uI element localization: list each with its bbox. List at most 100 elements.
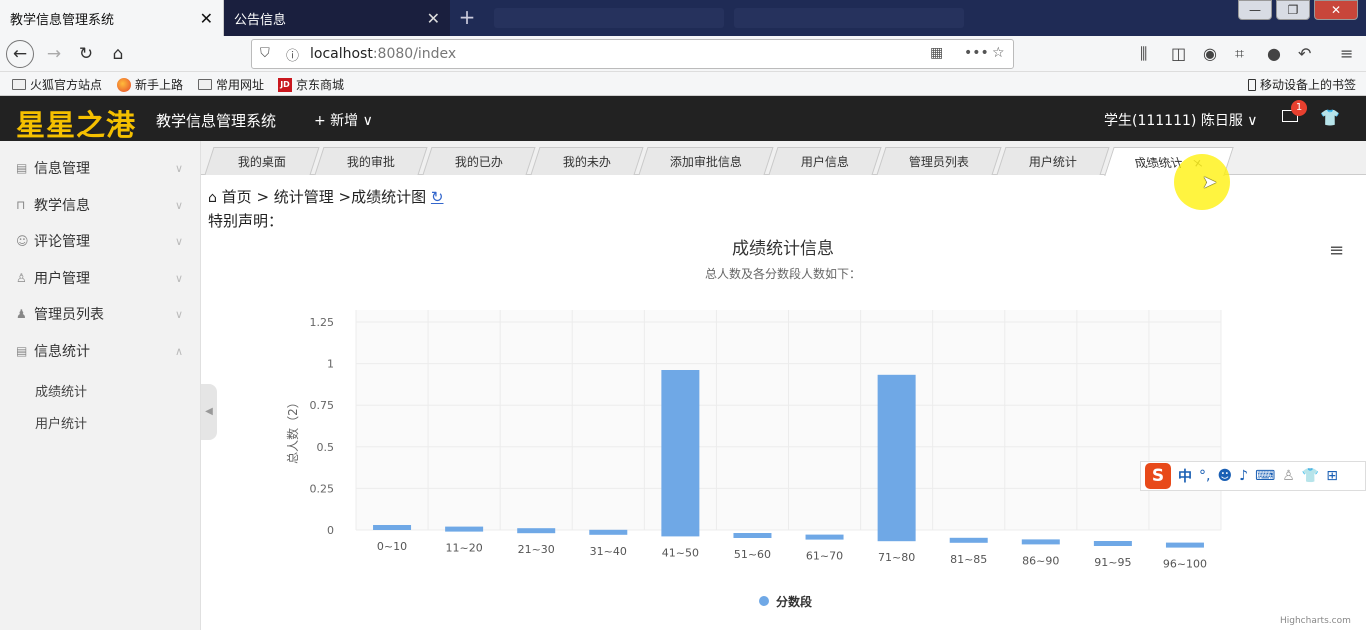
microphone-icon[interactable]: ♪ xyxy=(1239,468,1248,484)
bar-71~80[interactable] xyxy=(877,374,916,542)
reload-icon[interactable]: ↻ xyxy=(72,40,100,68)
undo-icon[interactable]: ↶ xyxy=(1298,44,1311,63)
chevron-down-icon: ∨ xyxy=(174,161,183,175)
maximize-button[interactable]: ❐ xyxy=(1276,0,1310,20)
chat-icon[interactable]: ● xyxy=(1267,44,1281,63)
ime-language-toggle[interactable]: 中 xyxy=(1178,466,1192,486)
back-arrow-icon[interactable]: ← xyxy=(6,40,34,68)
emoji-icon[interactable]: ☻ xyxy=(1217,468,1232,484)
browser-tab-label: 教学信息管理系统 xyxy=(10,12,115,28)
sidebar: ▤ 信息管理 ∨ ⊓ 教学信息 ∨ ☺ 评论管理 ∨ ♙ 用户管理 ∨ ♟ 管理员列表 ∨ ▤ 信息统… xyxy=(0,141,201,630)
tab-my-desktop[interactable]: 我的桌面 xyxy=(204,147,320,175)
bookmark-getting-started[interactable]: 新手上路 xyxy=(117,76,183,93)
y-axis-label: 总人数（2） xyxy=(285,396,300,464)
bar-11~20[interactable] xyxy=(445,526,484,532)
sidebar-item-info-management[interactable]: ▤ 信息管理 ∨ xyxy=(0,150,201,186)
refresh-icon[interactable]: ↻ xyxy=(431,188,444,206)
score-statistics-chart: 成绩统计信息 总人数及各分数段人数如下： 总人数（2） 0~10 11~20 21~… xyxy=(285,239,1222,609)
comment-icon: ☺ xyxy=(16,234,29,248)
add-new-dropdown[interactable]: + 新增 ∨ xyxy=(314,110,373,130)
url-text[interactable]: localhost:8080/index xyxy=(310,46,456,62)
address-bar[interactable]: ⛉ ⓘ localhost:8080/index ▦ ••• ☆ xyxy=(251,39,1014,69)
chevron-down-icon: ∨ xyxy=(174,198,183,212)
tab-user-info[interactable]: 用户信息 xyxy=(768,147,882,175)
home-icon[interactable]: ⌂ xyxy=(104,40,132,68)
x-tick-label: 61~70 xyxy=(806,550,843,563)
account-icon[interactable]: ◉ xyxy=(1203,44,1217,63)
qr-code-icon[interactable]: ▦ xyxy=(930,45,943,61)
browser-tab-announcement[interactable]: 公告信息 ✕ xyxy=(224,0,450,36)
tab-user-stats[interactable]: 用户统计 xyxy=(996,147,1110,175)
jd-icon: JD xyxy=(278,77,292,92)
legend-label[interactable]: 分数段 xyxy=(776,594,813,609)
bar-31~40[interactable] xyxy=(589,529,628,535)
grid-menu-icon[interactable]: ⊞ xyxy=(1326,468,1338,484)
tab-admin-list[interactable]: 管理员列表 xyxy=(876,147,1002,175)
sidebar-toggle-icon[interactable]: ◫ xyxy=(1171,44,1186,63)
user-menu[interactable]: 学生(111111) 陈日服 ∨ xyxy=(1104,110,1258,130)
tab-my-approvals[interactable]: 我的审批 xyxy=(314,147,428,175)
bookmark-firefox-site[interactable]: 火狐官方站点 xyxy=(12,76,102,93)
sidebar-subitem-score-stats[interactable]: 成绩统计 xyxy=(35,381,87,400)
x-tick-label: 91~95 xyxy=(1094,556,1131,569)
bookmark-mobile[interactable]: 移动设备上的书签 xyxy=(1248,76,1356,93)
tab-add-approval[interactable]: 添加审批信息 xyxy=(638,147,774,175)
sidebar-item-user-management[interactable]: ♙ 用户管理 ∨ xyxy=(0,260,201,296)
close-window-button[interactable]: ✕ xyxy=(1314,0,1358,20)
sidebar-item-admin-list[interactable]: ♟ 管理员列表 ∨ xyxy=(0,296,201,332)
x-tick-label: 41~50 xyxy=(662,546,699,559)
forward-arrow-icon[interactable]: → xyxy=(40,40,68,68)
skin-icon[interactable]: 👕 xyxy=(1302,468,1319,484)
shield-icon: ⛉ xyxy=(260,46,270,61)
chart-title: 成绩统计信息 xyxy=(732,239,834,259)
sidebar-item-teaching-info[interactable]: ⊓ 教学信息 ∨ xyxy=(0,187,201,223)
y-tick-label: 0.25 xyxy=(310,482,335,495)
keyboard-icon[interactable]: ⌨ xyxy=(1255,468,1275,484)
tab-my-done[interactable]: 我的已办 xyxy=(422,147,536,175)
sidebar-subitem-user-stats[interactable]: 用户统计 xyxy=(35,413,87,432)
ime-punctuation-toggle[interactable]: °, xyxy=(1199,468,1210,484)
x-tick-label: 21~30 xyxy=(518,543,555,556)
bar-86~90[interactable] xyxy=(1021,539,1060,545)
x-tick-label: 71~80 xyxy=(878,551,915,564)
sogou-logo-icon[interactable]: S xyxy=(1145,463,1171,489)
bar-41~50[interactable] xyxy=(661,370,700,537)
minimize-button[interactable]: — xyxy=(1238,0,1272,20)
legend-marker[interactable] xyxy=(759,596,769,606)
chevron-down-icon: ∨ xyxy=(174,234,183,248)
bar-61~70[interactable] xyxy=(805,534,844,540)
new-tab-button[interactable]: + xyxy=(456,6,478,28)
library-icon[interactable]: ⫼ xyxy=(1140,44,1147,64)
bookmark-common-sites[interactable]: 常用网址 xyxy=(198,76,264,93)
sidebar-item-comment-management[interactable]: ☺ 评论管理 ∨ xyxy=(0,223,201,259)
more-actions-icon[interactable]: ••• xyxy=(964,45,989,61)
x-tick-label: 31~40 xyxy=(590,545,627,558)
info-icon[interactable]: ⓘ xyxy=(286,45,299,64)
bar-0~10[interactable] xyxy=(373,525,412,530)
chart-credit[interactable]: Highcharts.com xyxy=(1280,616,1351,626)
tab-my-pending[interactable]: 我的未办 xyxy=(530,147,644,175)
bar-21~30[interactable] xyxy=(517,528,556,534)
chart-export-menu-icon[interactable]: ≡ xyxy=(1329,242,1347,260)
bar-91~95[interactable] xyxy=(1093,541,1132,546)
skin-theme-icon[interactable]: 👕 xyxy=(1320,108,1340,127)
bookmark-jd[interactable]: JD 京东商城 xyxy=(278,76,344,93)
bar-96~100[interactable] xyxy=(1165,542,1204,548)
ime-toolbar: S 中 °, ☻ ♪ ⌨ ♙ 👕 ⊞ xyxy=(1140,461,1366,491)
window-controls: — ❐ ✕ xyxy=(1234,0,1358,20)
breadcrumb-home[interactable]: 首页 xyxy=(222,188,252,206)
home-icon: ⌂ xyxy=(208,190,217,206)
hamburger-menu-icon[interactable]: ≡ xyxy=(1340,44,1353,63)
user-icon[interactable]: ♙ xyxy=(1282,468,1295,484)
star-icon[interactable]: ☆ xyxy=(992,45,1005,61)
bar-51~60[interactable] xyxy=(733,533,772,538)
sidebar-item-info-statistics[interactable]: ▤ 信息统计 ∧ xyxy=(0,333,201,369)
close-tab-icon[interactable]: ✕ xyxy=(427,9,440,28)
close-tab-icon[interactable]: ✕ xyxy=(200,9,213,28)
browser-tab-strip: 教学信息管理系统 ✕ 公告信息 ✕ + — ❐ ✕ xyxy=(0,0,1366,36)
crop-icon[interactable]: ⌗ xyxy=(1235,44,1244,64)
x-tick-label: 81~85 xyxy=(950,553,987,566)
bar-81~85[interactable] xyxy=(949,537,988,543)
browser-tab-active[interactable]: 教学信息管理系统 ✕ xyxy=(0,0,224,36)
chart-subtitle: 总人数及各分数段人数如下： xyxy=(705,266,861,281)
